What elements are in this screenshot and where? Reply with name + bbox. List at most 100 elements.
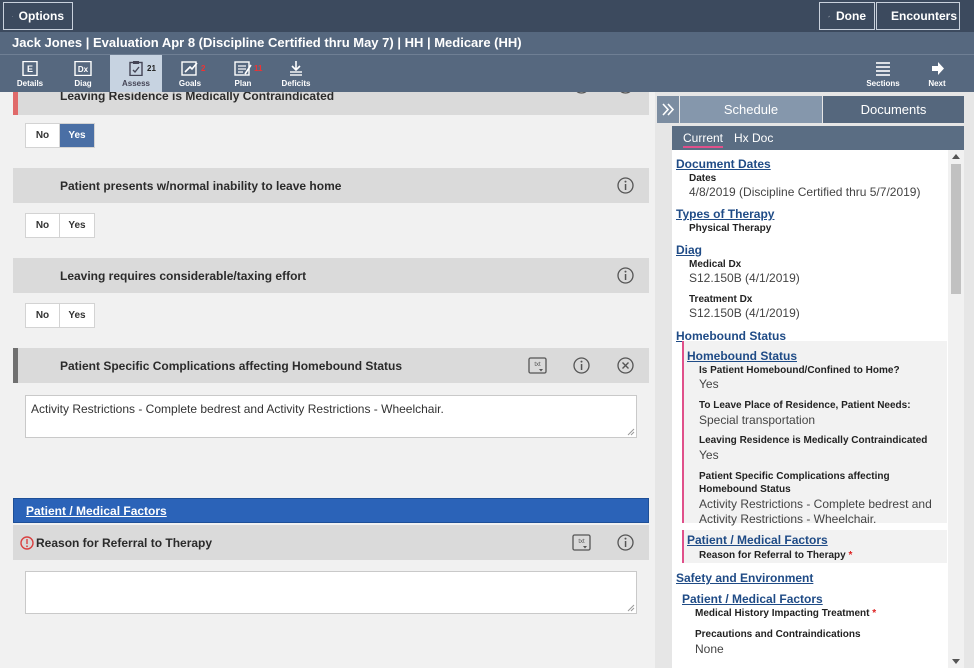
assess-label: Assess — [121, 79, 151, 88]
hb-q4-label-line2: Homebound Status — [699, 484, 791, 495]
medical-dx-label: Medical Dx — [689, 259, 742, 270]
diag-button[interactable]: Dx Diag — [57, 55, 109, 93]
close-circle-icon[interactable] — [617, 357, 634, 374]
yes-option[interactable]: Yes — [59, 214, 94, 237]
no-option[interactable]: No — [26, 124, 59, 147]
patient-medical-factors-box: Patient / Medical Factors Reason for Ref… — [682, 530, 947, 563]
patient-medical-factors-sublink-2[interactable]: Patient / Medical Factors — [682, 592, 823, 606]
section-accent — [13, 348, 18, 383]
hb-q2-label: To Leave Place of Residence, Patient Nee… — [699, 400, 911, 411]
download-icon — [290, 61, 302, 76]
sections-label: Sections — [866, 79, 900, 88]
tab-schedule[interactable]: Schedule — [680, 96, 822, 123]
assess-button[interactable]: 21 Assess — [110, 55, 162, 93]
diag-icon: Dx — [74, 61, 92, 76]
types-of-therapy-link[interactable]: Types of Therapy — [676, 207, 774, 221]
dates-label: Dates — [689, 173, 717, 184]
plan-button[interactable]: 11 Plan — [217, 55, 269, 93]
svg-text:txt: txt — [534, 362, 541, 368]
pmf-reason-label: Reason for Referral to Therapy * — [699, 550, 853, 561]
page-title: Jack Jones | Evaluation Apr 8 (Disciplin… — [0, 32, 974, 54]
no-option[interactable]: No — [26, 304, 59, 327]
scroll-thumb[interactable] — [951, 164, 961, 294]
deficits-button[interactable]: Deficits — [270, 55, 322, 93]
details-icon: E — [22, 61, 38, 76]
yes-no-toggle: No Yes — [25, 303, 95, 328]
encounters-button[interactable]: Encounters — [876, 2, 960, 30]
goals-button[interactable]: 2 Goals — [164, 55, 216, 93]
hb-q1-value: Yes — [699, 377, 719, 391]
therapy-value: Physical Therapy — [689, 223, 772, 234]
diag-label: Diag — [74, 79, 92, 88]
tab-documents[interactable]: Documents — [823, 96, 964, 123]
plan-label: Plan — [234, 79, 252, 88]
diag-link[interactable]: Diag — [676, 243, 702, 257]
info-icon[interactable] — [573, 92, 590, 94]
text-template-icon[interactable]: txt — [528, 357, 547, 374]
patient-medical-factors-sublink[interactable]: Patient / Medical Factors — [687, 533, 828, 547]
next-label: Next — [928, 79, 946, 88]
svg-text:E: E — [27, 64, 33, 74]
scroll-up-icon[interactable] — [952, 153, 960, 159]
info-icon[interactable] — [573, 357, 590, 374]
medical-dx-value: S12.150B (4/1/2019) — [689, 271, 800, 285]
hb-q1-label: Is Patient Homebound/Confined to Home? — [699, 365, 900, 376]
alert-icon — [20, 536, 34, 550]
collapse-panel-button[interactable] — [657, 96, 679, 123]
subtab-hx-doc[interactable]: Hx Doc — [734, 131, 773, 145]
svg-text:Dx: Dx — [78, 65, 89, 74]
complications-text: Activity Restrictions - Complete bedrest… — [31, 402, 444, 416]
homebound-status-sublink[interactable]: Homebound Status — [687, 349, 797, 363]
close-circle-icon[interactable] — [617, 92, 634, 94]
complications-textarea[interactable]: Activity Restrictions - Complete bedrest… — [25, 395, 637, 438]
side-panel: Schedule Documents Current Hx Doc Docume… — [655, 92, 974, 668]
question-text: Reason for Referral to Therapy — [36, 536, 213, 550]
text-template-icon[interactable]: txt — [572, 534, 591, 551]
sections-button[interactable]: Sections — [857, 55, 909, 93]
hb-q3-label: Leaving Residence is Medically Contraind… — [699, 435, 928, 446]
info-icon[interactable] — [617, 534, 634, 551]
hb-q3-value: Yes — [699, 448, 719, 462]
document-subtabs: Current Hx Doc — [672, 126, 964, 150]
resize-grip-icon[interactable] — [627, 604, 635, 612]
safety-environment-link[interactable]: Safety and Environment — [676, 571, 813, 585]
required-asterisk: * — [872, 608, 877, 619]
treatment-dx-label: Treatment Dx — [689, 294, 753, 305]
goals-icon — [181, 61, 198, 76]
resize-grip-icon[interactable] — [627, 428, 635, 436]
assess-badge: 21 — [147, 64, 156, 73]
hb-q4-label-line1: Patient Specific Complications affecting — [699, 471, 890, 482]
svg-text:txt: txt — [578, 539, 585, 545]
info-icon[interactable] — [617, 267, 634, 284]
question-text: Patient presents w/normal inability to l… — [60, 179, 342, 193]
yes-option[interactable]: Yes — [59, 304, 94, 327]
question-text: Patient Specific Complications affecting… — [60, 359, 403, 373]
double-chevron-right-icon — [662, 103, 675, 116]
options-label: Options — [18, 9, 64, 23]
options-button[interactable]: Options — [3, 2, 73, 30]
referral-reason-textarea[interactable] — [25, 571, 637, 614]
homebound-status-box: Homebound Status Is Patient Homebound/Co… — [682, 341, 947, 526]
list-icon — [876, 62, 890, 76]
question-header: Patient Specific Complications affecting… — [13, 348, 649, 383]
details-button[interactable]: E Details — [4, 55, 56, 93]
done-button[interactable]: Done — [819, 2, 875, 30]
patient-medical-factors-link[interactable]: Patient / Medical Factors — [26, 504, 167, 518]
section-header-bar: Patient / Medical Factors — [13, 498, 649, 523]
required-asterisk: * — [848, 550, 853, 561]
assessment-pane: Leaving Residence is Medically Contraind… — [0, 92, 655, 668]
subtab-current[interactable]: Current — [683, 131, 724, 148]
plan-icon — [234, 61, 252, 76]
dates-value: 4/8/2019 (Discipline Certified thru 5/7/… — [689, 185, 921, 199]
question-header: Leaving Residence is Medically Contraind… — [13, 92, 649, 115]
scroll-down-icon[interactable] — [952, 659, 960, 665]
yes-option[interactable]: Yes — [59, 124, 94, 147]
deficits-label: Deficits — [281, 79, 311, 88]
arrow-right-icon — [932, 62, 944, 75]
no-option[interactable]: No — [26, 214, 59, 237]
document-summary: Document Dates Dates 4/8/2019 (Disciplin… — [672, 150, 964, 668]
info-icon[interactable] — [617, 177, 634, 194]
next-button[interactable]: Next — [911, 55, 963, 93]
done-label: Done — [836, 9, 866, 23]
document-dates-link[interactable]: Document Dates — [676, 157, 771, 171]
